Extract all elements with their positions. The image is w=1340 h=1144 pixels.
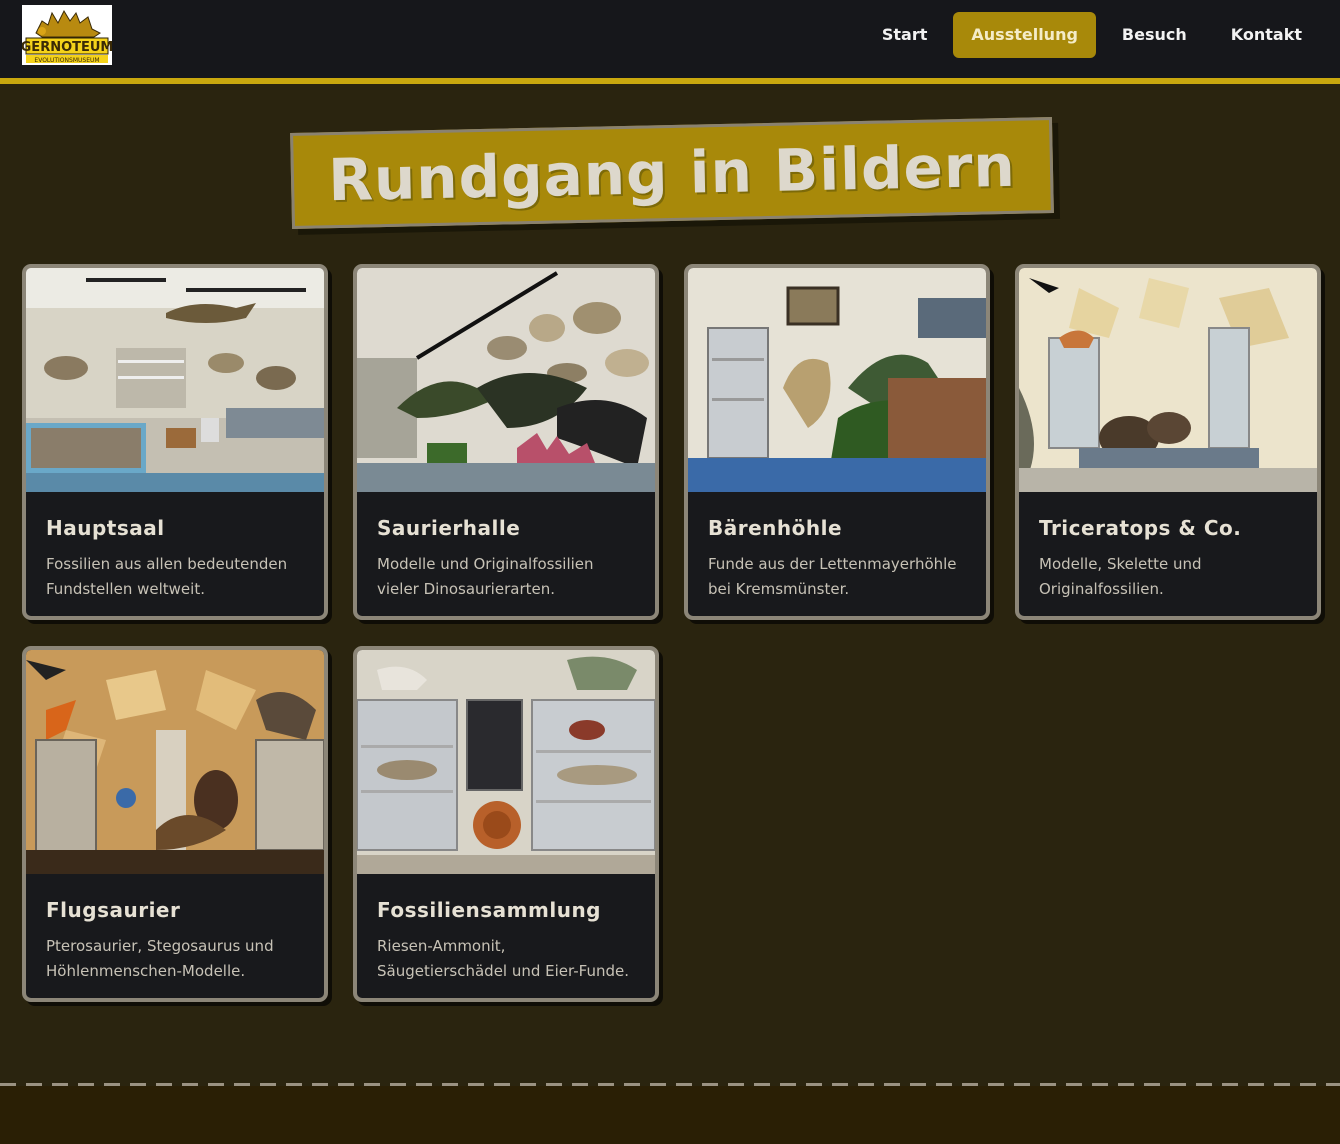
card-description: Riesen-Ammonit, Säugetierschädel und Eie… — [377, 937, 629, 980]
card-description: Modelle und Originalfossilien vieler Din… — [377, 555, 594, 598]
site-footer — [0, 1086, 1340, 1144]
gallery-card-hauptsaal[interactable]: Hauptsaal Fossilien aus allen bedeutende… — [22, 264, 328, 620]
gallery-card-saurierhalle[interactable]: Saurierhalle Modelle und Originalfossili… — [353, 264, 659, 620]
card-title: Hauptsaal — [46, 516, 165, 540]
nav-ausstellung[interactable]: Ausstellung — [953, 12, 1096, 58]
card-title: Flugsaurier — [46, 898, 181, 922]
photo-hauptsaal — [26, 268, 324, 492]
card-description: Pterosaurier, Stegosaurus und Höhlenmens… — [46, 937, 274, 980]
museum-logo[interactable]: GERNOTEUM EVOLUTIONSMUSEUM — [22, 5, 112, 65]
card-title: Saurierhalle — [377, 516, 521, 540]
gallery-card-flugsaurier[interactable]: Flugsaurier Pterosaurier, Stegosaurus un… — [22, 646, 328, 1002]
card-title: Triceratops & Co. — [1039, 516, 1242, 540]
gallery-card-triceratops[interactable]: Triceratops & Co. Modelle, Skelette und … — [1015, 264, 1321, 620]
nav-start[interactable]: Start — [864, 12, 946, 58]
logo-subtitle: EVOLUTIONSMUSEUM — [34, 57, 99, 64]
card-description: Modelle, Skelette und Originalfossili­en… — [1039, 555, 1202, 598]
photo-triceratops — [1019, 268, 1317, 492]
title-box: Rundgang in Bildern — [290, 117, 1054, 229]
card-description: Funde aus der Lettenmayerhöhle bei Krems… — [708, 555, 957, 598]
page-title-banner: Rundgang in Bildern — [290, 117, 1061, 235]
card-title: Fossiliensammlung — [377, 898, 601, 922]
main-nav: Start Ausstellung Besuch Kontakt — [856, 12, 1320, 58]
gallery-card-fossiliensammlung[interactable]: Fossiliensammlung Riesen-Ammonit, Säuget… — [353, 646, 659, 1002]
header-rule — [0, 78, 1340, 84]
card-title: Bärenhöhle — [708, 516, 843, 540]
photo-flugsaurier — [26, 650, 324, 874]
site-header: GERNOTEUM EVOLUTIONSMUSEUM Start Ausstel… — [0, 0, 1340, 78]
card-description: Fossilien aus allen bedeutenden Fundstel… — [46, 555, 288, 598]
nav-besuch[interactable]: Besuch — [1104, 12, 1205, 58]
photo-saurierhalle — [357, 268, 655, 492]
logo-wordmark: GERNOTEUM — [22, 40, 112, 55]
photo-fossiliensammlung — [357, 650, 655, 874]
photo-baerenhoehle — [688, 268, 986, 492]
page-title: Rundgang in Bildern — [327, 131, 1017, 215]
nav-kontakt[interactable]: Kontakt — [1213, 12, 1320, 58]
gallery-card-baerenhoehle[interactable]: Bärenhöhle Funde aus der Lettenmayerhöhl… — [684, 264, 990, 620]
